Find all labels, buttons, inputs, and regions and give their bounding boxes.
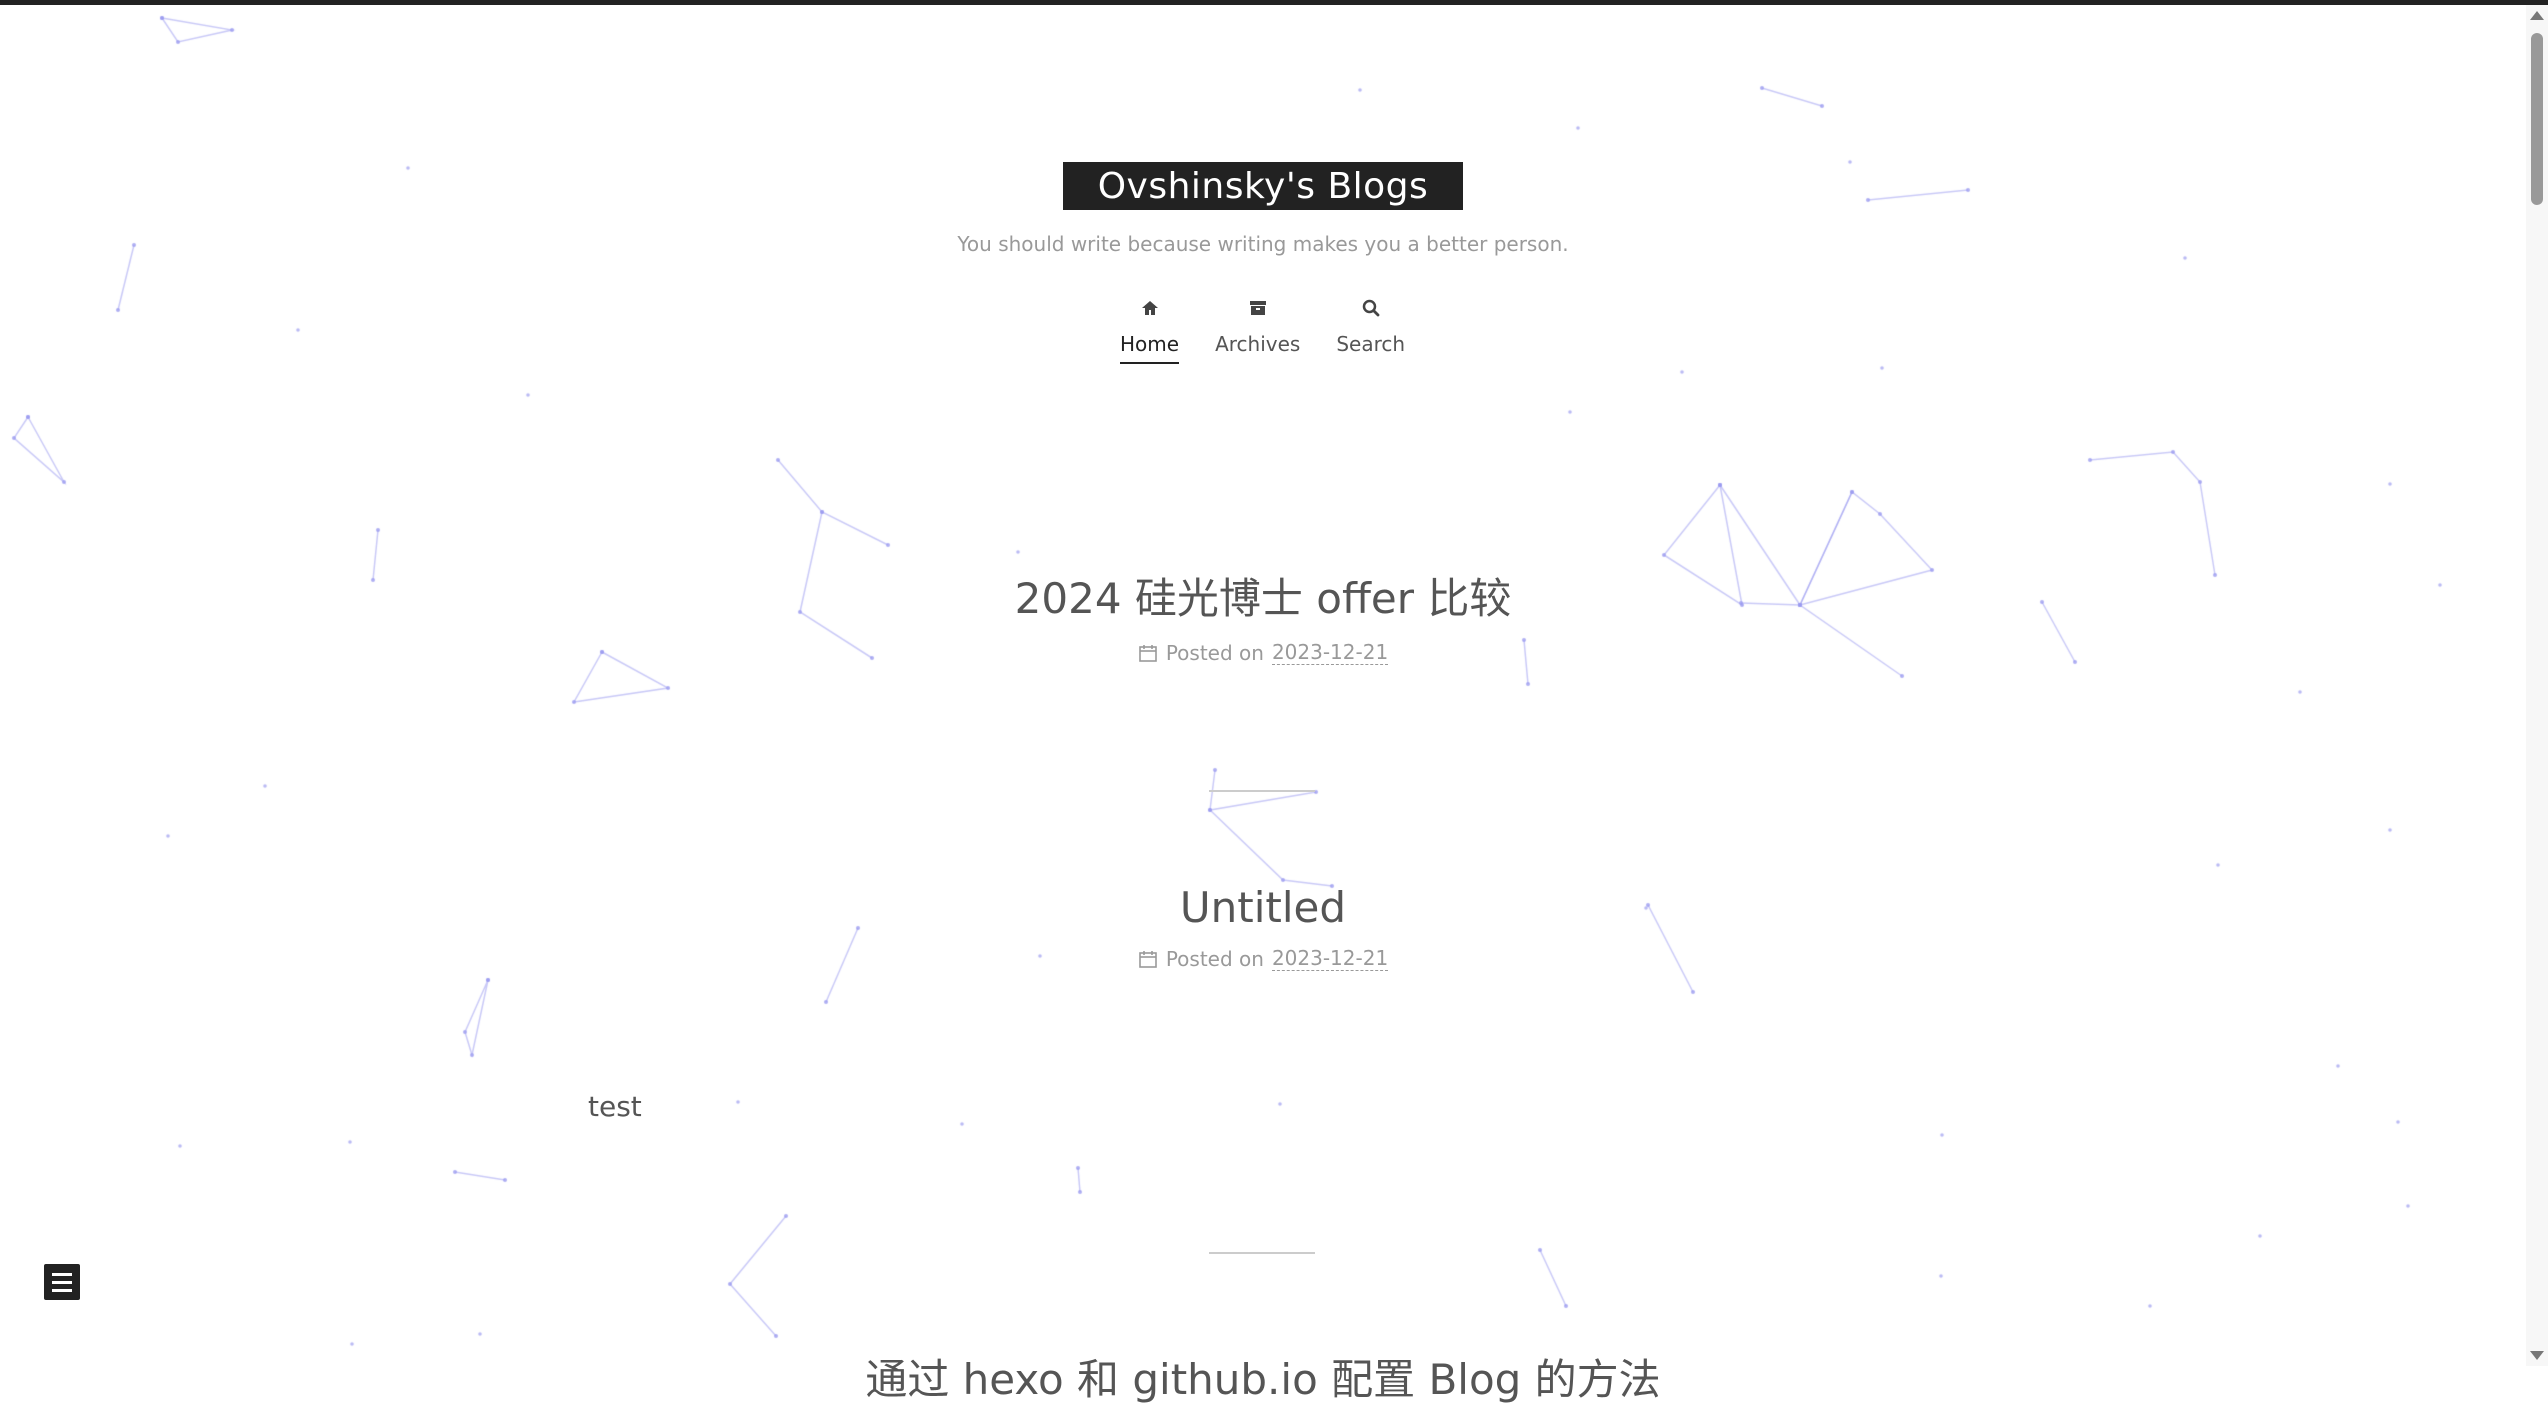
site-brand[interactable]: Ovshinsky's Blogs — [1063, 162, 1463, 210]
menu-line — [52, 1280, 72, 1284]
post-title[interactable]: Untitled — [0, 883, 2526, 932]
menu-item-search[interactable]: Search — [1336, 298, 1405, 364]
top-border — [0, 0, 2548, 5]
post-item: 2024 硅光博士 offer 比较 Posted on 2023-12-21 — [0, 565, 2526, 665]
menu-item-home[interactable]: Home — [1120, 298, 1180, 364]
calendar-icon — [1139, 644, 1157, 662]
post-meta: Posted on 2023-12-21 — [0, 946, 2526, 971]
site-subtitle: You should write because writing makes y… — [957, 232, 1569, 256]
sidebar-toggle-button[interactable] — [44, 1264, 80, 1300]
search-icon — [1362, 299, 1380, 317]
scroll-up-arrow[interactable] — [2530, 11, 2544, 20]
scrollbar[interactable] — [2526, 5, 2548, 1366]
post-date[interactable]: 2023-12-21 — [1271, 640, 1389, 665]
post-divider — [1209, 790, 1315, 792]
post-item: Untitled Posted on 2023-12-21 — [0, 883, 2526, 971]
post-body: test — [588, 1090, 642, 1123]
post-title[interactable]: 2024 硅光博士 offer 比较 — [0, 565, 2526, 626]
scroll-down-arrow[interactable] — [2530, 1351, 2544, 1360]
post-meta-label: Posted on — [1165, 946, 1264, 971]
scroll-thumb[interactable] — [2531, 33, 2543, 205]
menu-line — [52, 1272, 72, 1276]
post-item: 通过 hexo 和 github.io 配置 Blog 的方法 — [0, 1346, 2526, 1407]
post-date[interactable]: 2023-12-21 — [1271, 946, 1389, 971]
calendar-icon — [1139, 950, 1157, 968]
site-title[interactable]: Ovshinsky's Blogs — [1098, 166, 1429, 207]
post-title[interactable]: 通过 hexo 和 github.io 配置 Blog 的方法 — [0, 1346, 2526, 1407]
menu-label-search: Search — [1336, 332, 1406, 356]
menu-label-archives: Archives — [1215, 332, 1301, 356]
menu-line — [52, 1288, 72, 1292]
archive-icon — [1249, 301, 1266, 315]
post-divider — [1209, 1252, 1315, 1254]
post-meta: Posted on 2023-12-21 — [0, 640, 2526, 665]
main-menu: Home Archives Search — [1120, 298, 1405, 364]
menu-item-archives[interactable]: Archives — [1215, 298, 1300, 364]
post-meta-label: Posted on — [1165, 640, 1264, 665]
menu-label-home: Home — [1120, 332, 1180, 364]
home-icon — [1141, 301, 1158, 315]
